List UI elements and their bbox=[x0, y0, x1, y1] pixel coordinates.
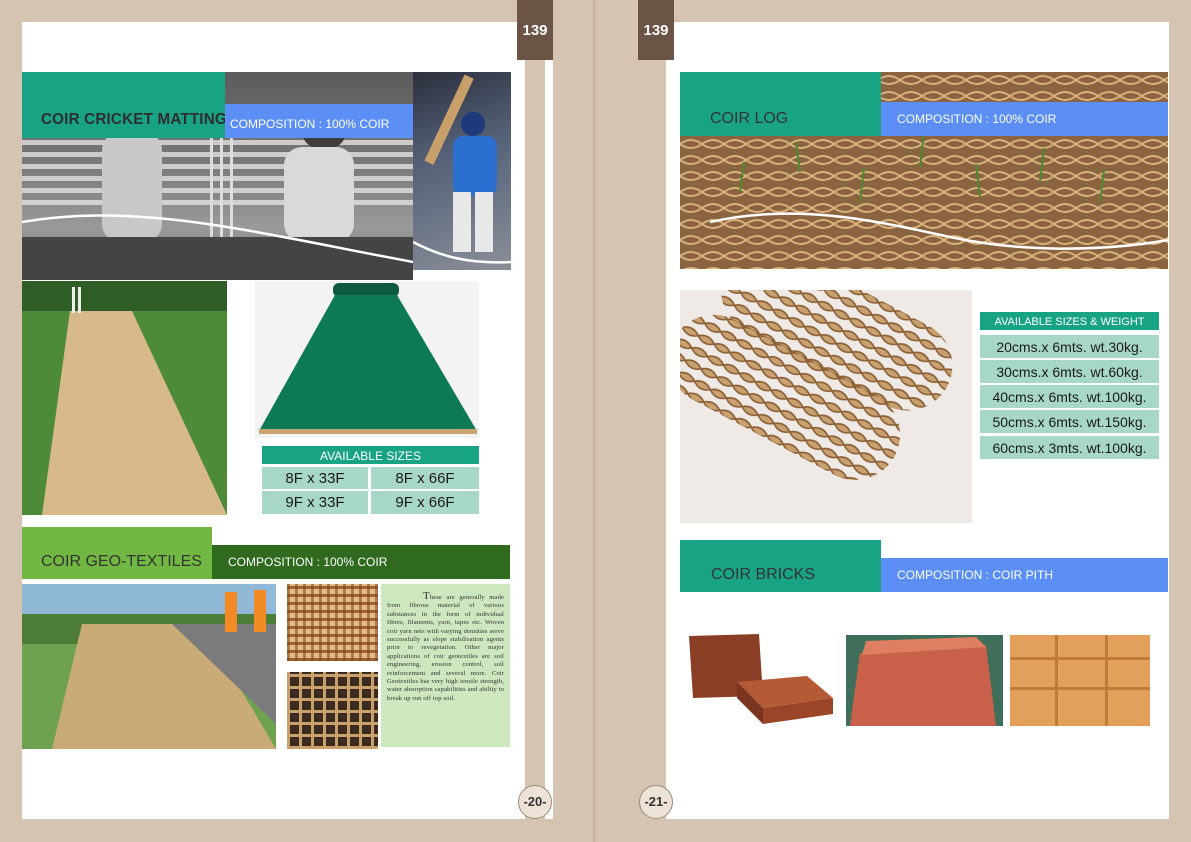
cricket-size-cell: 8F x 66F bbox=[371, 467, 479, 489]
coir-brick-photo-2 bbox=[846, 635, 1003, 726]
coir-brick-photo-1 bbox=[687, 632, 835, 726]
log-composition-band: COMPOSITION : 100% COIR bbox=[881, 102, 1168, 136]
coir-log-photo bbox=[680, 290, 972, 523]
page-tab-right: 139 bbox=[638, 0, 674, 60]
coir-net-wide-mesh-photo bbox=[287, 672, 378, 749]
green-matting-roll-photo bbox=[255, 281, 479, 438]
geo-textile-slope-photo bbox=[22, 584, 276, 749]
page-tab-left: 139 bbox=[517, 0, 553, 60]
geo-description: These are generally made from fibrous ma… bbox=[381, 584, 510, 747]
log-size-row: 40cms.x 6mts. wt.100kg. bbox=[980, 385, 1159, 408]
cricket-batsman-photo bbox=[413, 72, 511, 270]
cricket-composition-band: COMPOSITION : 100% COIR bbox=[225, 104, 413, 138]
coir-brick-photo-3 bbox=[1010, 635, 1150, 726]
coir-net-closeup-photo bbox=[287, 584, 378, 661]
right-page-gutter bbox=[640, 22, 666, 819]
cricket-size-cell: 9F x 66F bbox=[371, 491, 479, 514]
geo-composition-band: COMPOSITION : 100% COIR bbox=[212, 545, 510, 579]
page-number-left: -20- bbox=[518, 785, 552, 819]
bricks-title-band: COIR BRICKS bbox=[680, 540, 881, 592]
geo-title-band: COIR GEO-TEXTILES bbox=[22, 527, 212, 579]
page-number-right: -21- bbox=[639, 785, 673, 819]
log-size-row: 30cms.x 6mts. wt.60kg. bbox=[980, 360, 1159, 383]
drop-cap: T bbox=[423, 590, 430, 602]
cricket-size-cell: 8F x 33F bbox=[262, 467, 368, 489]
cricket-sizes-title: AVAILABLE SIZES bbox=[262, 446, 479, 464]
left-page-gutter bbox=[525, 22, 545, 819]
log-size-row: 20cms.x 6mts. wt.30kg. bbox=[980, 335, 1159, 358]
log-size-row: 50cms.x 6mts. wt.150kg. bbox=[980, 410, 1159, 433]
geo-description-text: hese are generally made from fibrous mat… bbox=[387, 594, 504, 702]
cricket-pitch-photo bbox=[22, 281, 227, 515]
left-page-edge bbox=[545, 22, 553, 819]
log-title-band: COIR LOG bbox=[680, 72, 881, 136]
cricket-size-cell: 9F x 33F bbox=[262, 491, 368, 514]
log-size-row: 60cms.x 3mts. wt.100kg. bbox=[980, 436, 1159, 459]
bricks-composition-band: COMPOSITION : COIR PITH bbox=[881, 558, 1168, 592]
log-sizes-title: AVAILABLE SIZES & WEIGHT bbox=[980, 312, 1159, 330]
cricket-title: COIR CRICKET MATTING bbox=[41, 111, 227, 128]
book-spine bbox=[593, 0, 597, 842]
